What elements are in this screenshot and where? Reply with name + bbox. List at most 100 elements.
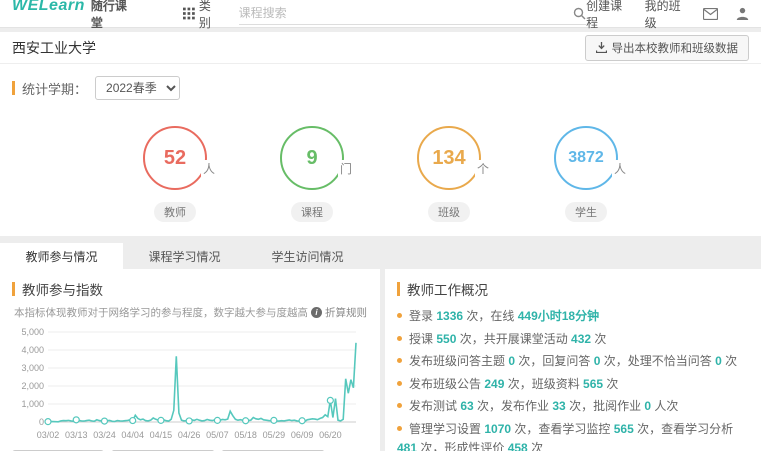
welearn-logo[interactable]: WELearn 随行课堂 (12, 0, 128, 31)
user-icon (736, 7, 749, 20)
svg-text:05/18: 05/18 (234, 430, 257, 440)
statistics-section: 统计学期： 2022春季 52 人 教师 9 门 课程 134 个 班级 387… (0, 64, 761, 236)
work-summary-item: 登录 1336 次，在线 449小时18分钟 (397, 307, 749, 326)
accent-bar (12, 81, 15, 95)
svg-text:3,000: 3,000 (21, 363, 44, 373)
stat-label: 教师 (154, 202, 196, 222)
semester-select[interactable]: 2022春季 (95, 76, 180, 100)
stat-card: 52 人 教师 (143, 126, 207, 222)
svg-text:04/04: 04/04 (121, 430, 144, 440)
metric-text: 登录 (409, 309, 436, 323)
participation-title: 教师参与指数 (22, 279, 103, 299)
stat-value: 3872 (568, 149, 604, 167)
chart-marker[interactable] (73, 417, 79, 423)
stat-card: 3872 人 学生 (554, 126, 618, 222)
stat-unit: 人 (612, 160, 626, 177)
svg-text:2,000: 2,000 (21, 381, 44, 391)
semester-label: 统计学期： (22, 79, 87, 98)
metric-text: 次，班级资料 (504, 377, 583, 391)
svg-text:03/24: 03/24 (93, 430, 116, 440)
metric-value: 458 (508, 441, 528, 451)
conversion-rules-link[interactable]: 折算规则 (325, 305, 367, 320)
category-menu[interactable]: 类别 (183, 0, 221, 31)
export-data-button[interactable]: 导出本校教师和班级数据 (585, 35, 750, 61)
chart-marker[interactable] (45, 419, 51, 425)
metric-value: 565 (583, 377, 603, 391)
metric-value: 249 (484, 377, 504, 391)
metric-value: 481 (397, 441, 417, 451)
metric-value: 0 (715, 354, 722, 368)
metric-text: 管理学习设置 (409, 422, 484, 436)
report-tab[interactable]: 课程学习情况 (123, 243, 246, 269)
metric-text: 次 (603, 377, 618, 391)
chart-line (48, 343, 356, 422)
stat-label: 课程 (291, 202, 333, 222)
stats-row: 52 人 教师 9 门 课程 134 个 班级 3872 人 学生 (12, 126, 749, 222)
search-icon[interactable] (573, 7, 586, 20)
metric-text: 次，形成性评价 (417, 441, 508, 451)
chart-marker[interactable] (186, 418, 192, 424)
metric-text: 次，在线 (463, 309, 518, 323)
semester-row: 统计学期： 2022春季 (12, 76, 749, 100)
work-summary-item: 授课 550 次，共开展课堂活动 432 次 (397, 330, 749, 349)
stat-circle: 134 个 (417, 126, 481, 190)
metric-text: 次，回复问答 (515, 354, 594, 368)
chart-marker[interactable] (214, 417, 220, 423)
metric-text: 次 (528, 441, 543, 451)
metric-text: 发布测试 (409, 399, 460, 413)
school-title-bar: 西安工业大学 导出本校教师和班级数据 (0, 32, 761, 64)
chart-marker[interactable] (271, 417, 277, 423)
accent-bar (12, 282, 15, 296)
course-search (239, 3, 587, 25)
metric-value: 1336 (436, 309, 463, 323)
info-icon[interactable]: i (311, 307, 322, 318)
report-tab[interactable]: 教师参与情况 (0, 243, 123, 269)
stat-label: 班级 (428, 202, 470, 222)
my-classes-link[interactable]: 我的班级 (645, 0, 685, 31)
chart-marker[interactable] (101, 418, 107, 424)
chart-marker[interactable] (327, 397, 333, 403)
participation-panel: 教师参与指数 本指标体现教师对于网络学习的参与程度，数字越大参与度越高 i 折算… (0, 269, 380, 451)
metric-text: 人次 (651, 399, 678, 413)
topbar-actions: 创建课程 我的班级 (586, 0, 749, 31)
envelope-icon (703, 8, 718, 20)
svg-text:05/07: 05/07 (206, 430, 229, 440)
bullet-dot (397, 313, 402, 318)
metric-value: 449小时18分钟 (518, 309, 599, 323)
work-summary-item: 发布班级问答主题 0 次，回复问答 0 次，处理不恰当问答 0 次 (397, 352, 749, 371)
stat-label: 学生 (565, 202, 607, 222)
svg-text:05/29: 05/29 (263, 430, 286, 440)
top-navigation-bar: WELearn 随行课堂 类别 创建课程 我的班级 (0, 0, 761, 28)
chart-marker[interactable] (158, 417, 164, 423)
metric-text: 次，处理不恰当问答 (600, 354, 715, 368)
work-overview-title: 教师工作概况 (407, 279, 488, 299)
work-overview-panel: 教师工作概况 登录 1336 次，在线 449小时18分钟授课 550 次，共开… (385, 269, 761, 451)
create-course-link[interactable]: 创建课程 (586, 0, 626, 31)
metric-value: 63 (460, 399, 473, 413)
metric-text: 次，查看学习监控 (511, 422, 614, 436)
search-input[interactable] (239, 6, 574, 20)
metric-value: 565 (614, 422, 634, 436)
chart-marker[interactable] (299, 418, 305, 424)
report-panels: 教师参与指数 本指标体现教师对于网络学习的参与程度，数字越大参与度越高 i 折算… (0, 269, 761, 451)
stat-value: 134 (432, 147, 465, 170)
metric-text: 次 (722, 354, 737, 368)
account-button[interactable] (736, 7, 749, 20)
svg-text:04/15: 04/15 (150, 430, 173, 440)
chart-marker[interactable] (243, 418, 249, 424)
metric-text: 次，批阅作业 (566, 399, 645, 413)
metric-value: 432 (571, 332, 591, 346)
chart-marker[interactable] (130, 418, 136, 424)
bullet-dot (397, 426, 402, 431)
metric-text: 次，查看学习分析 (634, 422, 733, 436)
stat-value: 52 (164, 147, 186, 170)
metric-value: 33 (552, 399, 565, 413)
svg-text:04/26: 04/26 (178, 430, 201, 440)
stat-circle: 52 人 (143, 126, 207, 190)
page-title: 西安工业大学 (12, 38, 96, 58)
chart-svg: 01,0002,0003,0004,0005,00003/0203/1303/2… (12, 322, 364, 444)
messages-button[interactable] (703, 8, 718, 20)
tabs-region: 教师参与情况 课程学习情况 学生访问情况 (0, 236, 761, 269)
report-tab[interactable]: 学生访问情况 (246, 243, 369, 269)
svg-text:0: 0 (39, 417, 44, 427)
